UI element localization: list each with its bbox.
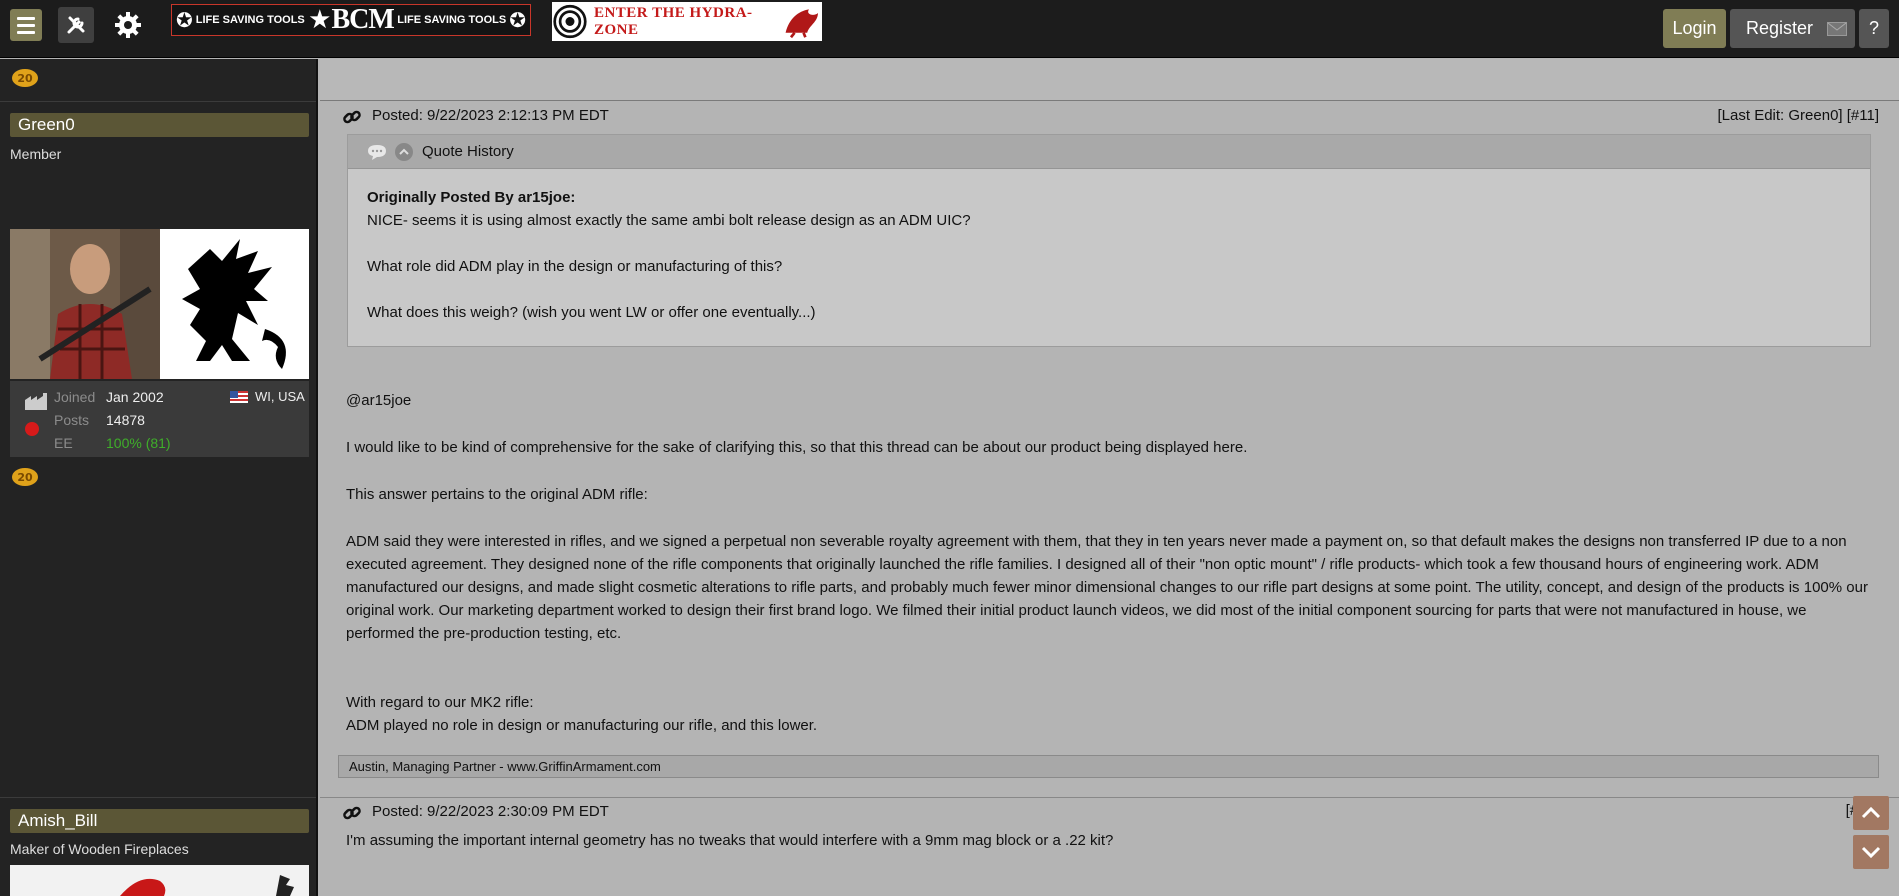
user-title: Maker of Wooden Fireplaces xyxy=(10,841,189,857)
quote-line: What role did ADM play in the design or … xyxy=(367,258,783,275)
star-icon: ✪ xyxy=(176,8,193,32)
speech-bubble-icon xyxy=(368,144,386,160)
user-stats-panel: Joined Jan 2002 WI, USA Posts 14878 EE 1… xyxy=(10,381,309,457)
chevron-up-icon xyxy=(1861,807,1881,819)
bcm-ad-banner[interactable]: ✪ LIFE SAVING TOOLS ★ BCM LIFE SAVING TO… xyxy=(171,4,531,36)
post-paragraph: With regard to our MK2 rifle: xyxy=(346,694,534,711)
quote-history-label: Quote History xyxy=(422,143,514,160)
user-location: WI, USA xyxy=(255,389,305,404)
post-divider xyxy=(320,797,1899,798)
post-paragraph: I'm assuming the important internal geom… xyxy=(346,832,1114,849)
target-icon xyxy=(553,4,587,39)
quote-author: Originally Posted By ar15joe: xyxy=(367,189,576,206)
hydra-zone-ad-banner[interactable]: ENTER THE HYDRA-ZONE xyxy=(552,2,822,41)
login-button[interactable]: Login xyxy=(1663,9,1726,48)
thread-content: Posted: 9/22/2023 2:12:13 PM EDT [Last E… xyxy=(320,59,1899,896)
help-button[interactable]: ? xyxy=(1859,9,1889,48)
years-badge: 20 xyxy=(12,468,38,486)
hamburger-icon[interactable] xyxy=(10,9,42,41)
scroll-down-button[interactable] xyxy=(1853,835,1889,869)
dragon-icon xyxy=(786,8,819,38)
chevron-down-icon xyxy=(1861,846,1881,858)
user-sidebar: 20 Green0 Member Joined Jan 2002 WI, USA… xyxy=(0,59,318,896)
username-amish-bill[interactable]: Amish_Bill xyxy=(10,809,309,833)
avatar[interactable] xyxy=(10,865,309,896)
ee-value[interactable]: 100% (81) xyxy=(106,435,171,451)
hydra-banner-text: ENTER THE HYDRA-ZONE xyxy=(593,4,753,38)
star-icon: ✪ xyxy=(509,8,526,32)
status-offline-icon xyxy=(25,422,39,436)
user-title: Member xyxy=(10,146,62,162)
post-timestamp: Posted: 9/22/2023 2:12:13 PM EDT xyxy=(372,107,609,124)
us-flag-icon xyxy=(230,391,248,403)
post-paragraph: I would like to be kind of comprehensive… xyxy=(346,439,1248,456)
joined-label: Joined xyxy=(54,389,96,405)
divider xyxy=(0,101,316,102)
scroll-up-button[interactable] xyxy=(1853,796,1889,830)
years-badge: 20 xyxy=(12,69,38,87)
avatar[interactable] xyxy=(10,229,309,379)
register-button[interactable]: Register xyxy=(1730,9,1829,48)
permalink-icon[interactable] xyxy=(342,107,362,127)
post-edit-info[interactable]: [Last Edit: Green0] [#11] xyxy=(1718,107,1879,124)
chevron-up-icon[interactable] xyxy=(394,142,414,162)
post-paragraph: ADM played no role in design or manufact… xyxy=(346,717,818,734)
post-paragraph: @ar15joe xyxy=(346,392,412,409)
divider xyxy=(0,797,316,798)
post-header-strip xyxy=(320,59,1899,101)
bcm-logo: BCM xyxy=(331,4,394,35)
gear-icon[interactable] xyxy=(110,7,146,43)
factory-icon xyxy=(25,393,47,410)
banner-text-left: LIFE SAVING TOOLS xyxy=(195,14,305,26)
post-timestamp: Posted: 9/22/2023 2:30:09 PM EDT xyxy=(372,803,609,820)
ee-label: EE xyxy=(54,435,73,451)
username-green0[interactable]: Green0 xyxy=(10,113,309,137)
permalink-icon[interactable] xyxy=(342,803,362,823)
joined-value: Jan 2002 xyxy=(106,389,164,405)
post-paragraph: ADM said they were interested in rifles,… xyxy=(346,533,1868,642)
quote-history-box: Quote History Originally Posted By ar15j… xyxy=(347,134,1871,347)
post-signature: Austin, Managing Partner - www.GriffinAr… xyxy=(338,755,1879,778)
mail-icon[interactable] xyxy=(1819,9,1855,48)
quote-line: What does this weigh? (wish you went LW … xyxy=(367,304,816,321)
posts-value[interactable]: 14878 xyxy=(106,412,145,428)
top-navbar: ✪ LIFE SAVING TOOLS ★ BCM LIFE SAVING TO… xyxy=(0,0,1899,58)
star-icon: ★ xyxy=(308,5,332,35)
wrench-screwdriver-icon[interactable] xyxy=(58,7,94,43)
quote-history-bar[interactable]: Quote History xyxy=(348,135,1870,169)
post-paragraph: This answer pertains to the original ADM… xyxy=(346,486,648,503)
quote-line: NICE- seems it is using almost exactly t… xyxy=(367,212,971,229)
posts-label: Posts xyxy=(54,412,90,428)
banner-text-right: LIFE SAVING TOOLS xyxy=(397,14,507,26)
